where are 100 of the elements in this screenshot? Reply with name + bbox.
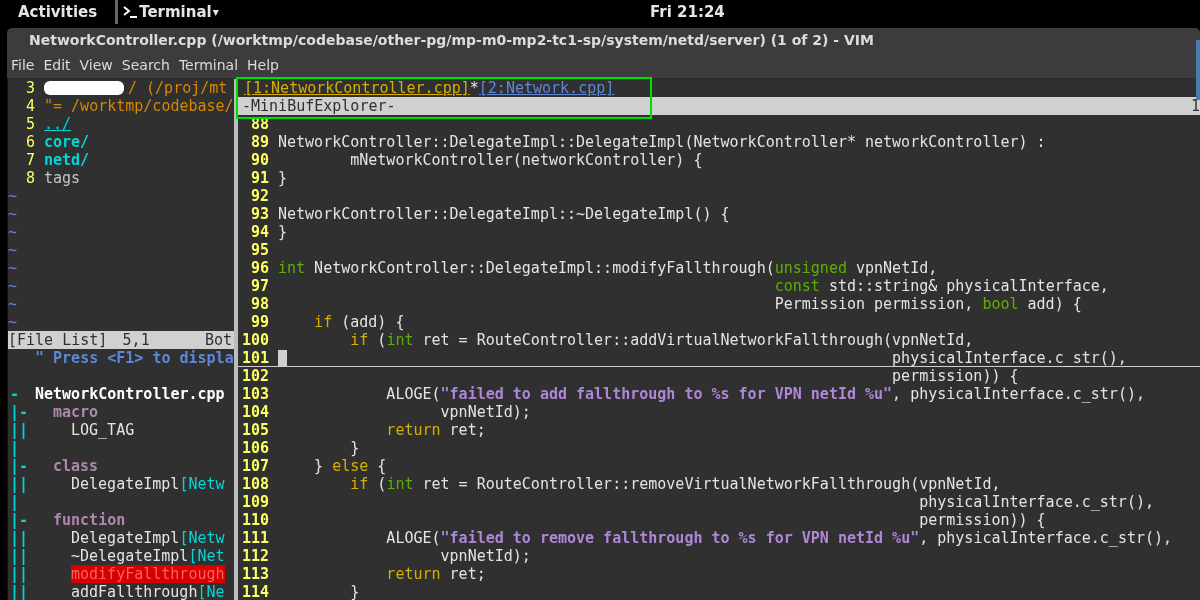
code-line: if (int ret = RouteController::addVirtualNetworkFallthrough(vpnNetId, — [349, 331, 974, 349]
code-line: NetworkController::DelegateImpl::~DelegateImpl() { — [278, 205, 730, 223]
file-list-entry[interactable]: ../ — [44, 115, 72, 133]
line-number: 90 — [249, 151, 269, 169]
line-number: 105 — [240, 421, 269, 439]
app-menu[interactable]: Terminal▾ — [115, 0, 225, 24]
empty-line-marker: ~ — [8, 241, 18, 259]
code-line: } — [349, 583, 360, 600]
line-number: 94 — [249, 223, 269, 241]
status-value: 1 — [1190, 97, 1200, 115]
code-line: return ret; — [385, 421, 486, 439]
terminal-icon — [122, 5, 139, 19]
menu-item[interactable]: Search — [121, 57, 170, 73]
file-list-entry[interactable]: / (/proj/mt — [128, 79, 228, 97]
code-line: Permission permission, bool add) { — [773, 295, 1082, 313]
code-line: const std::string& physicalInterface, — [773, 277, 1109, 295]
line-number: 113 — [240, 565, 269, 583]
empty-line-marker: ~ — [8, 295, 18, 313]
fold-marker[interactable]: || — [8, 547, 28, 565]
menu-item[interactable]: File — [11, 57, 35, 73]
buffer-tab[interactable]: [2:Network.cpp] — [478, 79, 615, 97]
line-number: 112 — [240, 547, 269, 565]
line-number: 97 — [249, 277, 269, 295]
line-number: 114 — [240, 583, 269, 600]
code-line: ALOGE("failed to add fallthrough to %s for VPN netId %u", physicalInterface.c_str(), — [385, 385, 1145, 403]
code-line: physicalInterface.c_str(), — [918, 493, 1154, 511]
line-number: 6 — [24, 133, 35, 151]
tag-group-name[interactable]: macro — [53, 403, 99, 421]
empty-line-marker: ~ — [8, 187, 18, 205]
line-number: 104 — [240, 403, 269, 421]
menu-item[interactable]: View — [79, 57, 113, 73]
tag-entry[interactable]: addFallthrough[Ne — [71, 583, 225, 600]
fold-marker[interactable]: || — [8, 529, 28, 547]
code-line: physicalInterface.c_str(), — [891, 348, 1127, 367]
menu-item[interactable]: Terminal — [178, 57, 239, 73]
line-number: 110 — [240, 511, 269, 529]
menu-item[interactable]: Edit — [43, 57, 71, 73]
file-list-entry[interactable]: core/ — [44, 133, 90, 151]
cursor-position: 5,1 — [122, 331, 150, 349]
empty-line-marker: ~ — [8, 205, 18, 223]
line-number: 7 — [24, 151, 35, 169]
line-number: 101 — [240, 348, 269, 367]
fold-marker: | — [9, 439, 21, 457]
buffer-tab[interactable]: [1:NetworkController.cpp]* — [244, 79, 479, 97]
tag-entry[interactable]: DelegateImpl[Netw — [71, 529, 225, 547]
code-line: vpnNetId); — [439, 403, 531, 421]
line-number: 98 — [249, 295, 269, 313]
fold-marker[interactable]: || — [8, 565, 28, 583]
line-number: 111 — [240, 529, 269, 547]
fold-marker[interactable]: || — [8, 475, 28, 493]
fold-marker[interactable]: |- — [8, 511, 28, 529]
line-number: 95 — [249, 241, 269, 259]
line-number: 103 — [240, 385, 269, 403]
file-list-entry[interactable]: tags — [44, 169, 81, 187]
empty-line-marker: ~ — [8, 277, 18, 295]
code-line: } — [278, 223, 288, 241]
code-line: } — [278, 169, 288, 187]
tag-file-name[interactable]: NetworkController.cpp — [35, 385, 225, 403]
tag-entry[interactable]: DelegateImpl[Netw — [71, 475, 225, 493]
fold-marker[interactable]: |- — [8, 403, 28, 421]
code-line: NetworkController::DelegateImpl::DelegateImpl(NetworkController* networkController) : — [278, 133, 1046, 151]
fold-marker[interactable]: || — [8, 583, 28, 600]
help-hint: " Press <F1> to displa — [35, 349, 234, 367]
tag-entry[interactable]: LOG_TAG — [71, 421, 135, 439]
tag-group-name[interactable]: class — [53, 457, 99, 475]
tag-entry[interactable]: ~DelegateImpl[Net — [71, 547, 225, 565]
code-line: mNetworkController(networkController) { — [349, 151, 703, 169]
file-list-entry[interactable]: "= /worktmp/codebase/ — [44, 97, 234, 115]
empty-line-marker: ~ — [8, 313, 18, 331]
line-number: 109 — [240, 493, 269, 511]
code-line: if (add) { — [313, 313, 405, 331]
tag-group-name[interactable]: function — [53, 511, 126, 529]
line-number: 99 — [249, 313, 269, 331]
code-line: ALOGE("failed to remove fallthrough to %s for VPN netId %u", physicalInterface.c_str(), — [385, 529, 1173, 547]
line-number: 106 — [240, 439, 269, 457]
scrollbar-thumb[interactable] — [1196, 40, 1200, 100]
menu-item[interactable]: Help — [247, 57, 279, 73]
code-line: } else { — [313, 457, 387, 475]
line-number: 92 — [249, 187, 269, 205]
line-number: 91 — [249, 169, 269, 187]
scroll-position: Bot — [204, 331, 232, 349]
file-list-entry[interactable]: netd/ — [44, 151, 90, 169]
code-line: vpnNetId); — [439, 547, 531, 565]
fold-marker[interactable]: - — [8, 385, 28, 403]
fold-marker[interactable]: |- — [8, 457, 28, 475]
fold-marker[interactable]: || — [8, 421, 28, 439]
status-name: -MiniBufExplorer- — [242, 97, 396, 115]
line-number: 3 — [24, 79, 35, 97]
line-number: 96 — [249, 259, 269, 277]
fold-marker: | — [9, 493, 21, 511]
line-number: 108 — [240, 475, 269, 493]
code-line: } — [349, 439, 360, 457]
line-number: 93 — [249, 205, 269, 223]
clock: Fri 21:24 — [650, 3, 725, 21]
code-line: int NetworkController::DelegateImpl::modifyFallthrough(unsigned vpnNetId, — [278, 259, 938, 277]
empty-line-marker: ~ — [8, 223, 18, 241]
line-number: 4 — [24, 97, 35, 115]
activities-button[interactable]: Activities — [0, 0, 116, 24]
line-number: 8 — [24, 169, 35, 187]
code-line: permission)) { — [918, 511, 1046, 529]
